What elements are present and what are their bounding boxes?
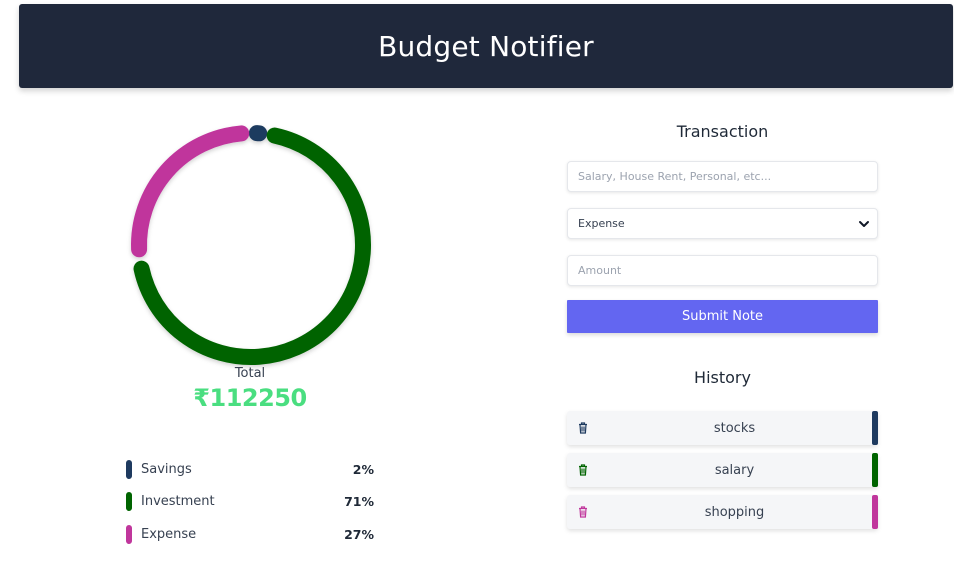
legend-item-expense: Expense 27% xyxy=(126,524,374,544)
submit-note-button[interactable]: Submit Note xyxy=(567,300,878,333)
legend-label: Savings xyxy=(141,461,192,477)
legend-percent: 2% xyxy=(352,461,374,477)
amount-placeholder: Amount xyxy=(578,264,622,277)
history-item: salary xyxy=(567,453,878,487)
chevron-down-icon xyxy=(859,220,869,227)
note-input[interactable]: Salary, House Rent, Personal, etc... xyxy=(567,161,878,192)
trash-icon[interactable] xyxy=(578,422,588,434)
transaction-type-select[interactable]: Expense xyxy=(567,208,878,239)
history-item-label: stocks xyxy=(713,420,756,436)
legend-swatch-investment xyxy=(126,492,132,511)
legend-swatch-expense xyxy=(126,524,132,544)
amount-input[interactable]: Amount xyxy=(567,255,878,286)
legend-label: Investment xyxy=(141,494,215,509)
history-item-label: salary xyxy=(714,462,755,478)
history-item-label: shopping xyxy=(704,504,765,520)
budget-donut-chart xyxy=(131,125,371,365)
app-header: Budget Notifier xyxy=(19,4,953,88)
history-item: stocks xyxy=(567,411,878,445)
transaction-type-value: Expense xyxy=(578,217,625,230)
legend-item-investment: Investment 71% xyxy=(126,492,374,512)
legend-percent: 71% xyxy=(344,494,374,509)
total-label: Total xyxy=(234,366,266,381)
history-item-color-bar xyxy=(872,453,878,487)
history-item: shopping xyxy=(567,495,878,529)
app-title: Budget Notifier xyxy=(378,29,594,63)
legend-label: Expense xyxy=(141,526,197,542)
transaction-title: Transaction xyxy=(676,122,769,141)
trash-icon[interactable] xyxy=(578,506,588,518)
history-item-color-bar xyxy=(872,495,878,529)
donut-segment-expense xyxy=(131,125,250,258)
trash-icon[interactable] xyxy=(578,464,588,476)
total-value: ₹112250 xyxy=(193,384,307,412)
history-item-color-bar xyxy=(872,411,878,445)
legend: Savings 2% Investment 71% Expense 27% xyxy=(126,459,374,557)
history-title: History xyxy=(694,368,751,387)
note-placeholder: Salary, House Rent, Personal, etc... xyxy=(578,170,772,183)
legend-swatch-savings xyxy=(126,459,132,479)
legend-item-savings: Savings 2% xyxy=(126,459,374,479)
legend-percent: 27% xyxy=(344,526,374,542)
